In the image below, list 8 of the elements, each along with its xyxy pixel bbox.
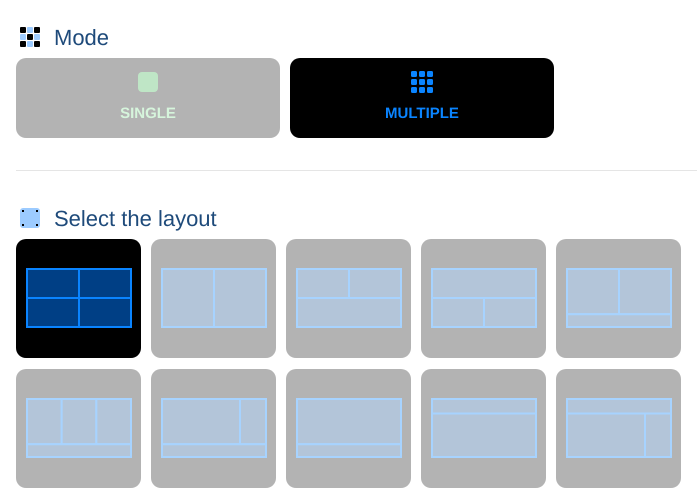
section-title: Mode <box>54 24 110 52</box>
mode-button[interactable]: MULTIPLE <box>290 58 554 138</box>
layout-option[interactable] <box>16 239 141 358</box>
section-title: Select the layout <box>54 204 217 233</box>
square-icon <box>137 70 159 93</box>
grid-icon <box>411 70 433 93</box>
frame-icon <box>20 208 40 228</box>
dot-grid-icon <box>20 27 40 47</box>
